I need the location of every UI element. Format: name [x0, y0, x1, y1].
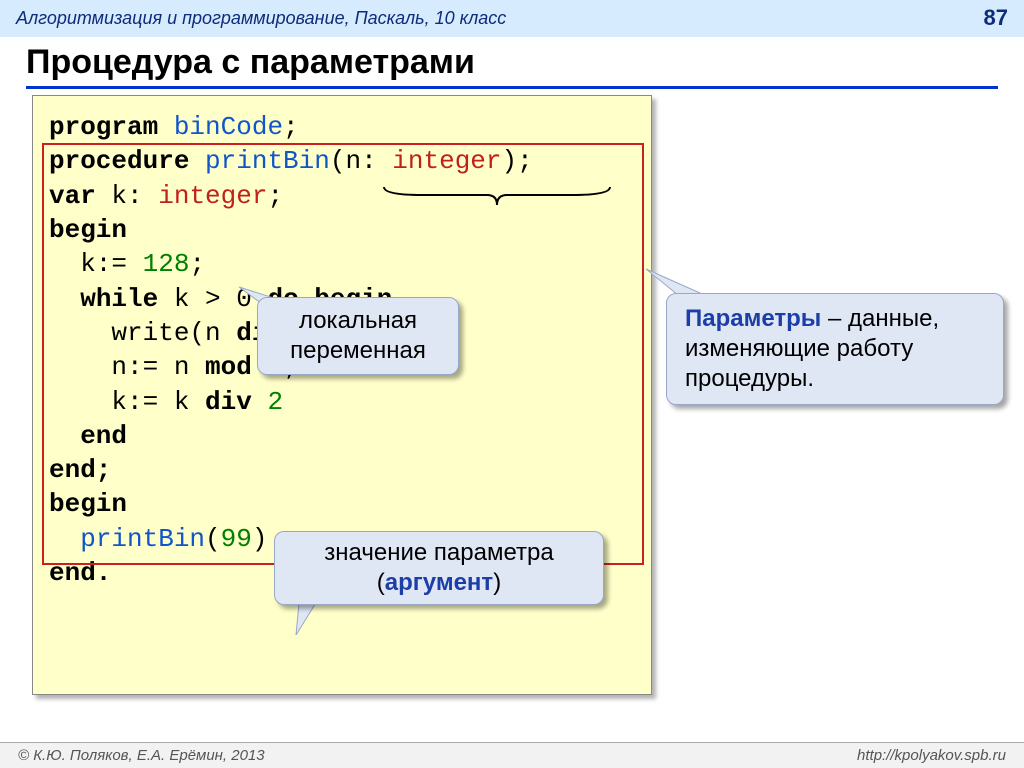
header-bar: Алгоритмизация и программирование, Паска… [0, 0, 1024, 37]
callout-local-line2: переменная [290, 337, 426, 364]
callout-local-variable: локальная переменная [257, 297, 459, 375]
callout-argument: значение параметра (аргумент) [274, 531, 604, 605]
callout-arg-word: аргумент [385, 569, 493, 596]
page-title: Процедура с параметрами [26, 43, 998, 89]
callout-arg-close: ) [493, 569, 501, 596]
callout-local-line1: локальная [299, 307, 417, 334]
callout-arg-open: ( [377, 569, 385, 596]
brace-under-params [382, 185, 612, 207]
callout-parameters-definition: Параметры – данные, изменяющие работу пр… [666, 293, 1004, 405]
footer-bar: © К.Ю. Поляков, Е.А. Ерёмин, 2013 http:/… [0, 742, 1024, 768]
callout-params-term: Параметры [685, 305, 821, 332]
course-title: Алгоритмизация и программирование, Паска… [16, 8, 506, 29]
footer-copyright: © К.Ю. Поляков, Е.А. Ерёмин, 2013 [18, 747, 265, 764]
page-number: 87 [984, 5, 1008, 31]
callout-arg-line1: значение параметра [324, 539, 553, 566]
slide-body: program binCode; procedure printBin(n: i… [32, 95, 998, 720]
footer-url: http://kpolyakov.spb.ru [857, 747, 1006, 764]
